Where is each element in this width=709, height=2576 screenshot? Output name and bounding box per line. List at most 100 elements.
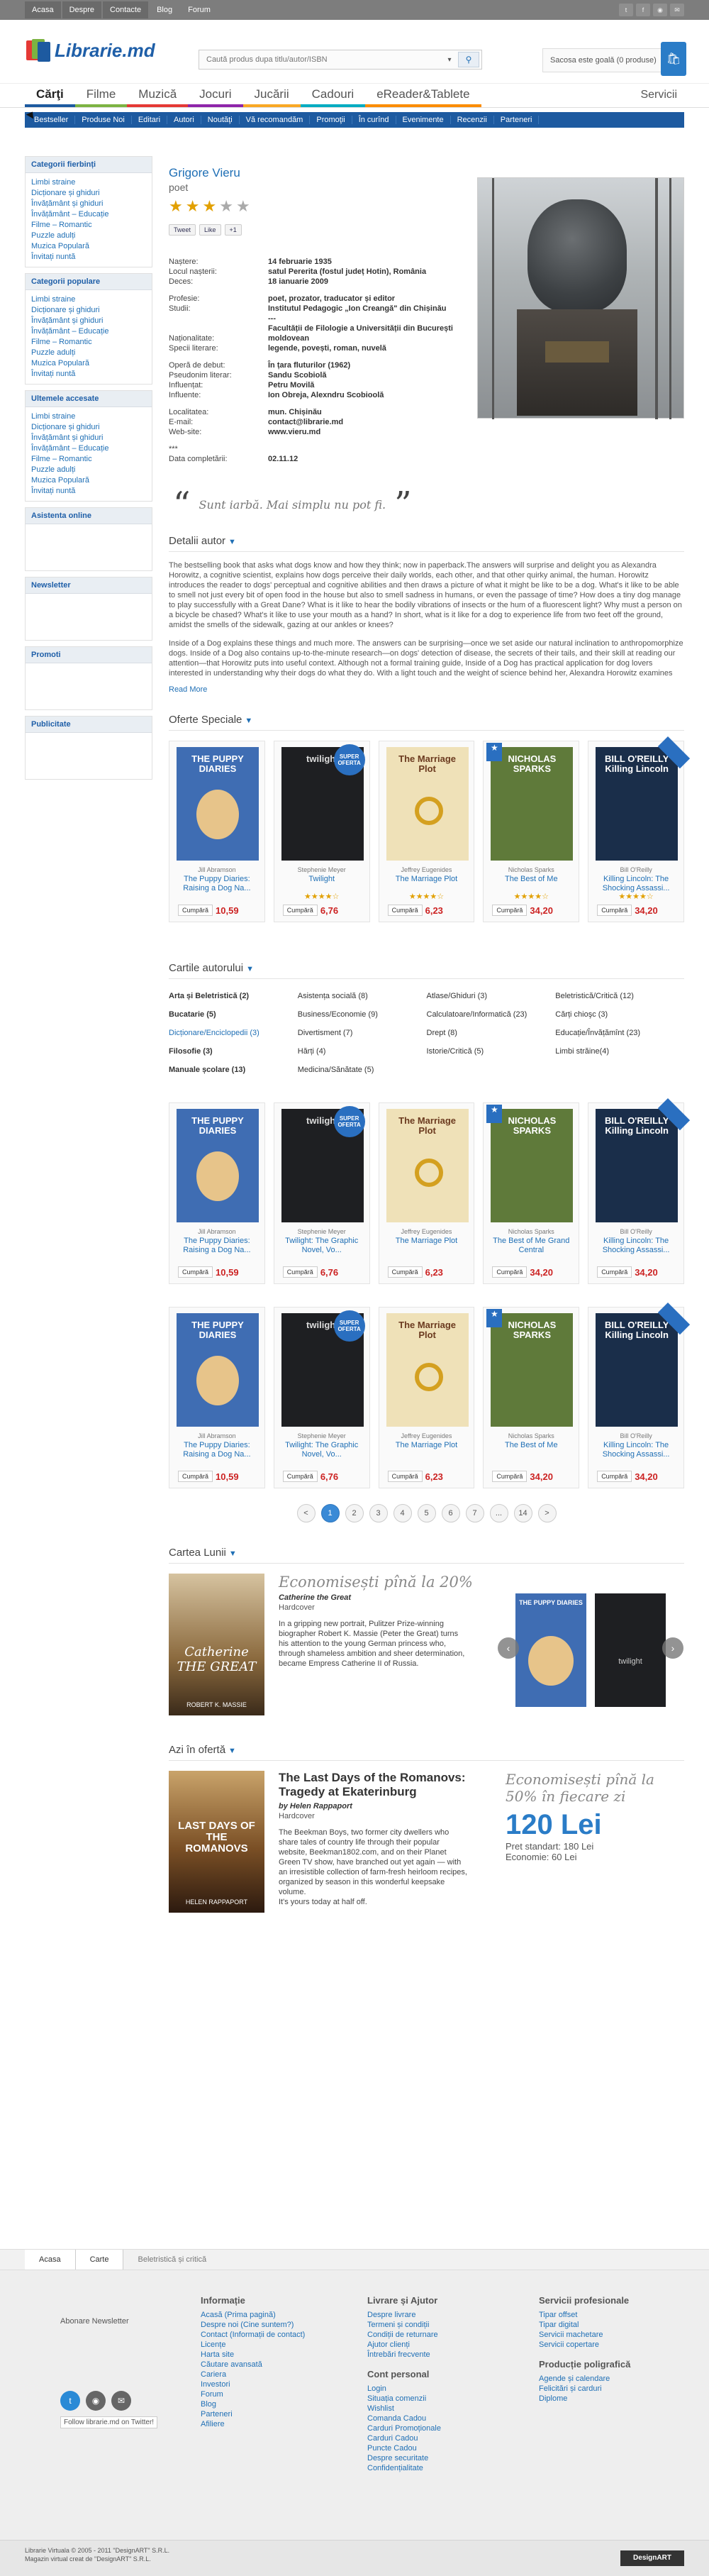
breadcrumb-carte[interactable]: Carte — [75, 2250, 124, 2270]
sidebar-item[interactable]: Puzzle adulți — [31, 231, 146, 241]
footer-link[interactable]: Confidențialitate — [367, 2463, 441, 2473]
shopping-bag-icon[interactable]: 🛍 — [661, 42, 686, 76]
sidebar-item[interactable]: Filme – Romantic — [31, 337, 146, 348]
sidebar-box-title[interactable]: Categorii populare — [26, 274, 152, 290]
author-category-link[interactable]: Limbi străine(4) — [555, 1047, 684, 1056]
book-card[interactable]: THE PUPPY DIARIES Jill Abramson The Puppy … — [169, 741, 265, 922]
book-title[interactable]: The Marriage Plot — [382, 1237, 471, 1246]
author-category-link[interactable]: Divertisment (7) — [298, 1029, 427, 1037]
star-icon[interactable]: ★ — [219, 199, 233, 214]
footer-link[interactable]: Puncte Cadou — [367, 2443, 441, 2453]
subnav-item[interactable]: Recenzii — [451, 116, 494, 124]
sidebar-item[interactable]: Limbi straine — [31, 411, 146, 422]
buy-button[interactable]: Cumpără — [597, 1471, 632, 1482]
sidebar-box-title[interactable]: Asistenta online — [26, 508, 152, 524]
book-cover[interactable]: NICHOLAS SPARKS — [491, 747, 574, 861]
book-card[interactable]: The Marriage Plot Jeffrey Eugenides The Ma… — [378, 1307, 475, 1488]
sidebar-item[interactable]: Filme – Romantic — [31, 220, 146, 231]
author-category-link[interactable]: Dicționare/Enciclopedii (3) — [169, 1029, 298, 1037]
footer-link[interactable]: Wishlist — [367, 2404, 441, 2414]
read-more-link[interactable]: Read More — [169, 685, 684, 694]
footer-link[interactable]: Forum — [201, 2389, 305, 2399]
book-title[interactable]: The Best of Me — [486, 875, 576, 884]
footer-link[interactable]: Căutare avansată — [201, 2360, 305, 2370]
sidebar-item[interactable]: Învățământ – Educație — [31, 326, 146, 337]
sidebar-item[interactable]: Puzzle adulți — [31, 348, 146, 358]
footer-link[interactable]: Agende și calendare — [539, 2374, 630, 2384]
sidebar-box-title[interactable]: Publicitate — [26, 717, 152, 733]
page-button[interactable]: 6 — [441, 1504, 460, 1522]
book-month-book[interactable]: Catherine the Great — [279, 1593, 351, 1602]
sidebar-item[interactable]: Muzica Populară — [31, 475, 146, 486]
star-icon[interactable]: ★ — [186, 199, 200, 214]
footer-link[interactable]: Afiliere — [201, 2419, 305, 2429]
sidebar-box-title[interactable]: Newsletter — [26, 577, 152, 594]
plus-one-button[interactable]: +1 — [224, 224, 242, 236]
top-link-acasa[interactable]: Acasa — [25, 1, 61, 18]
sidebar-item[interactable]: Dicționare și ghiduri — [31, 188, 146, 199]
footer-link[interactable]: Ajutor clienți — [367, 2340, 441, 2350]
book-card[interactable]: THE PUPPY DIARIES Jill Abramson The Puppy … — [169, 1102, 265, 1284]
romanovs-cover[interactable]: LAST DAYS OF THE ROMANOVS HELEN RAPPAPOR… — [169, 1771, 264, 1913]
buy-button[interactable]: Cumpără — [282, 905, 318, 916]
subnav-item[interactable]: În curînd — [352, 116, 396, 124]
footer-link[interactable]: Termeni și condiții — [367, 2320, 441, 2330]
page-button[interactable]: 5 — [417, 1504, 436, 1522]
sidebar-item[interactable]: Limbi straine — [31, 294, 146, 305]
author-category-link[interactable]: Hărți (4) — [298, 1047, 427, 1056]
nav-servicii[interactable]: Servicii — [640, 89, 677, 101]
nav-filme[interactable]: Filme — [74, 87, 128, 107]
catherine-cover[interactable]: Catherine THE GREAT ROBERT K. MASSIE — [169, 1574, 264, 1715]
buy-button[interactable]: Cumpără — [178, 905, 213, 916]
footer-link[interactable]: Despre securitate — [367, 2453, 441, 2463]
footer-link[interactable]: Despre noi (Cine suntem?) — [201, 2320, 305, 2330]
book-card[interactable]: NICHOLAS SPARKS ★ Nicholas Sparks The Best … — [483, 741, 580, 922]
sidebar-item[interactable]: Învitați nuntă — [31, 252, 146, 262]
book-cover[interactable]: THE PUPPY DIARIES — [177, 1313, 259, 1427]
sidebar-item[interactable]: Limbi straine — [31, 177, 146, 188]
info-value[interactable]: www.vieru.md — [268, 427, 474, 437]
book-title[interactable]: The Marriage Plot — [382, 1441, 471, 1450]
footer-link[interactable]: Servicii machetare — [539, 2330, 630, 2340]
footer-link[interactable]: Investori — [201, 2379, 305, 2389]
buy-button[interactable]: Cumpără — [597, 1266, 632, 1278]
footer-link[interactable]: Blog — [201, 2399, 305, 2409]
book-card[interactable]: THE PUPPY DIARIES Jill Abramson The Puppy … — [169, 1307, 265, 1488]
rss-icon[interactable]: ◉ — [653, 4, 667, 16]
facebook-icon[interactable]: f — [636, 4, 650, 16]
sidebar-item[interactable]: Învitați nuntă — [31, 369, 146, 380]
author-category-link[interactable]: Arta și Beletristică (2) — [169, 992, 298, 1000]
book-card[interactable]: The Marriage Plot Jeffrey Eugenides The Ma… — [378, 741, 475, 922]
book-card[interactable]: The Marriage Plot Jeffrey Eugenides The Ma… — [378, 1102, 475, 1284]
nav-jocuri[interactable]: Jocuri — [188, 87, 243, 107]
designart-logo[interactable]: DesignART — [620, 2550, 684, 2566]
search-category-dropdown-icon[interactable]: ▾ — [441, 56, 458, 64]
author-category-link[interactable] — [555, 1066, 684, 1074]
search-input[interactable] — [199, 50, 441, 69]
footer-link[interactable]: Tipar offset — [539, 2310, 630, 2320]
footer-link[interactable]: Harta site — [201, 2350, 305, 2360]
subnav-item[interactable]: Noutăţi — [201, 116, 240, 124]
twitter-icon[interactable]: t — [60, 2391, 80, 2411]
buy-button[interactable]: Cumpără — [597, 905, 632, 916]
author-category-link[interactable]: Filosofie (3) — [169, 1047, 298, 1056]
subnav-item[interactable]: Autori — [167, 116, 201, 124]
subnav-item[interactable]: Promoţii — [310, 116, 352, 124]
author-category-link[interactable]: Cărți chioşc (3) — [555, 1010, 684, 1019]
footer-link[interactable]: Carduri Promoționale — [367, 2423, 441, 2433]
book-title[interactable]: Twilight: The Graphic Novel, Vo... — [277, 1237, 367, 1255]
footer-link[interactable]: Servicii copertare — [539, 2340, 630, 2350]
book-title[interactable]: The Best of Me Grand Central — [486, 1237, 576, 1255]
author-category-link[interactable]: Drept (8) — [427, 1029, 556, 1037]
top-link-blog[interactable]: Blog — [150, 1, 179, 18]
buy-button[interactable]: Cumpără — [387, 1266, 423, 1278]
subnav-item[interactable]: Editari — [132, 116, 168, 124]
sidebar-item[interactable]: Învățământ și ghiduri — [31, 316, 146, 326]
author-category-link[interactable]: Business/Economie (9) — [298, 1010, 427, 1019]
carousel-cover-puppy[interactable]: THE PUPPY DIARIES — [515, 1593, 586, 1707]
subnav-item[interactable]: Bestseller — [28, 116, 76, 124]
book-cover[interactable]: BILL O'REILLY Killing Lincoln — [596, 1313, 679, 1427]
nav-ereader[interactable]: eReader&Tablete — [365, 87, 481, 107]
page-button[interactable]: 2 — [345, 1504, 364, 1522]
author-category-link[interactable]: Manuale școlare (13) — [169, 1066, 298, 1074]
